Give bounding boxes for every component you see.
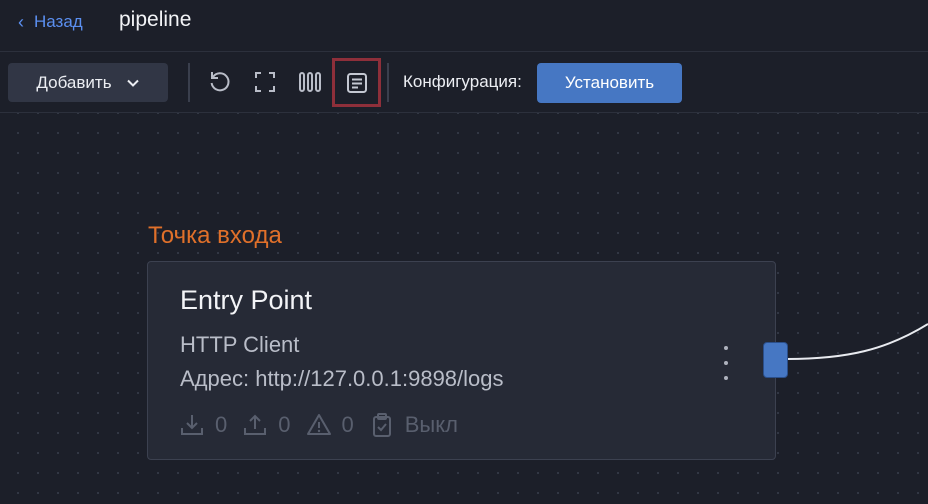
sent-stat: 0 bbox=[241, 411, 291, 439]
chevron-down-icon bbox=[126, 79, 139, 87]
kebab-dot bbox=[724, 361, 728, 365]
undo-icon bbox=[210, 72, 230, 92]
entry-point-node[interactable]: Entry Point HTTP Client Адрес: http://12… bbox=[147, 261, 776, 460]
set-config-button[interactable]: Установить bbox=[537, 63, 682, 103]
sent-count: 0 bbox=[278, 412, 291, 437]
status-text: Выкл bbox=[404, 412, 458, 437]
node-type: HTTP Client bbox=[180, 332, 300, 357]
warning-icon bbox=[306, 414, 331, 435]
node-stats: 0 0 0 Выкл bbox=[178, 409, 472, 441]
undo-button[interactable] bbox=[202, 64, 238, 100]
fit-screen-icon bbox=[255, 72, 275, 92]
config-label: Конфигурация: bbox=[403, 72, 522, 91]
columns-icon bbox=[299, 72, 321, 92]
status-stat: Выкл bbox=[368, 411, 458, 439]
back-link-label: Назад bbox=[34, 12, 83, 31]
add-button-label: Добавить bbox=[36, 72, 112, 92]
add-button[interactable]: Добавить bbox=[8, 63, 168, 102]
page-title: pipeline bbox=[119, 8, 192, 31]
errors-stat: 0 bbox=[305, 411, 354, 439]
columns-button[interactable] bbox=[292, 64, 328, 100]
fit-screen-button[interactable] bbox=[247, 64, 283, 100]
toolbar-divider bbox=[387, 63, 389, 102]
output-port[interactable] bbox=[763, 342, 788, 378]
node-menu-button[interactable] bbox=[719, 346, 733, 380]
download-icon bbox=[181, 415, 203, 435]
node-title: Entry Point bbox=[180, 285, 313, 315]
kebab-dot bbox=[724, 346, 728, 350]
logs-button[interactable] bbox=[332, 58, 381, 107]
clipboard-check-icon bbox=[372, 413, 391, 437]
received-stat: 0 bbox=[178, 411, 227, 439]
upload-icon bbox=[244, 414, 267, 435]
chevron-left-icon: ‹ bbox=[18, 12, 24, 32]
logs-icon bbox=[346, 72, 367, 93]
top-bar: ‹ Назад pipeline bbox=[0, 0, 928, 52]
node-address: Адрес: http://127.0.0.1:9898/logs bbox=[180, 366, 504, 391]
received-count: 0 bbox=[215, 412, 228, 437]
connection-edge[interactable] bbox=[786, 300, 928, 380]
kebab-dot bbox=[724, 376, 728, 380]
errors-count: 0 bbox=[341, 412, 354, 437]
node-label: Точка входа bbox=[148, 222, 282, 249]
back-link[interactable]: ‹ Назад bbox=[18, 10, 83, 34]
toolbar: Добавить Конфигурация: Установить bbox=[0, 52, 928, 113]
toolbar-divider bbox=[188, 63, 190, 102]
